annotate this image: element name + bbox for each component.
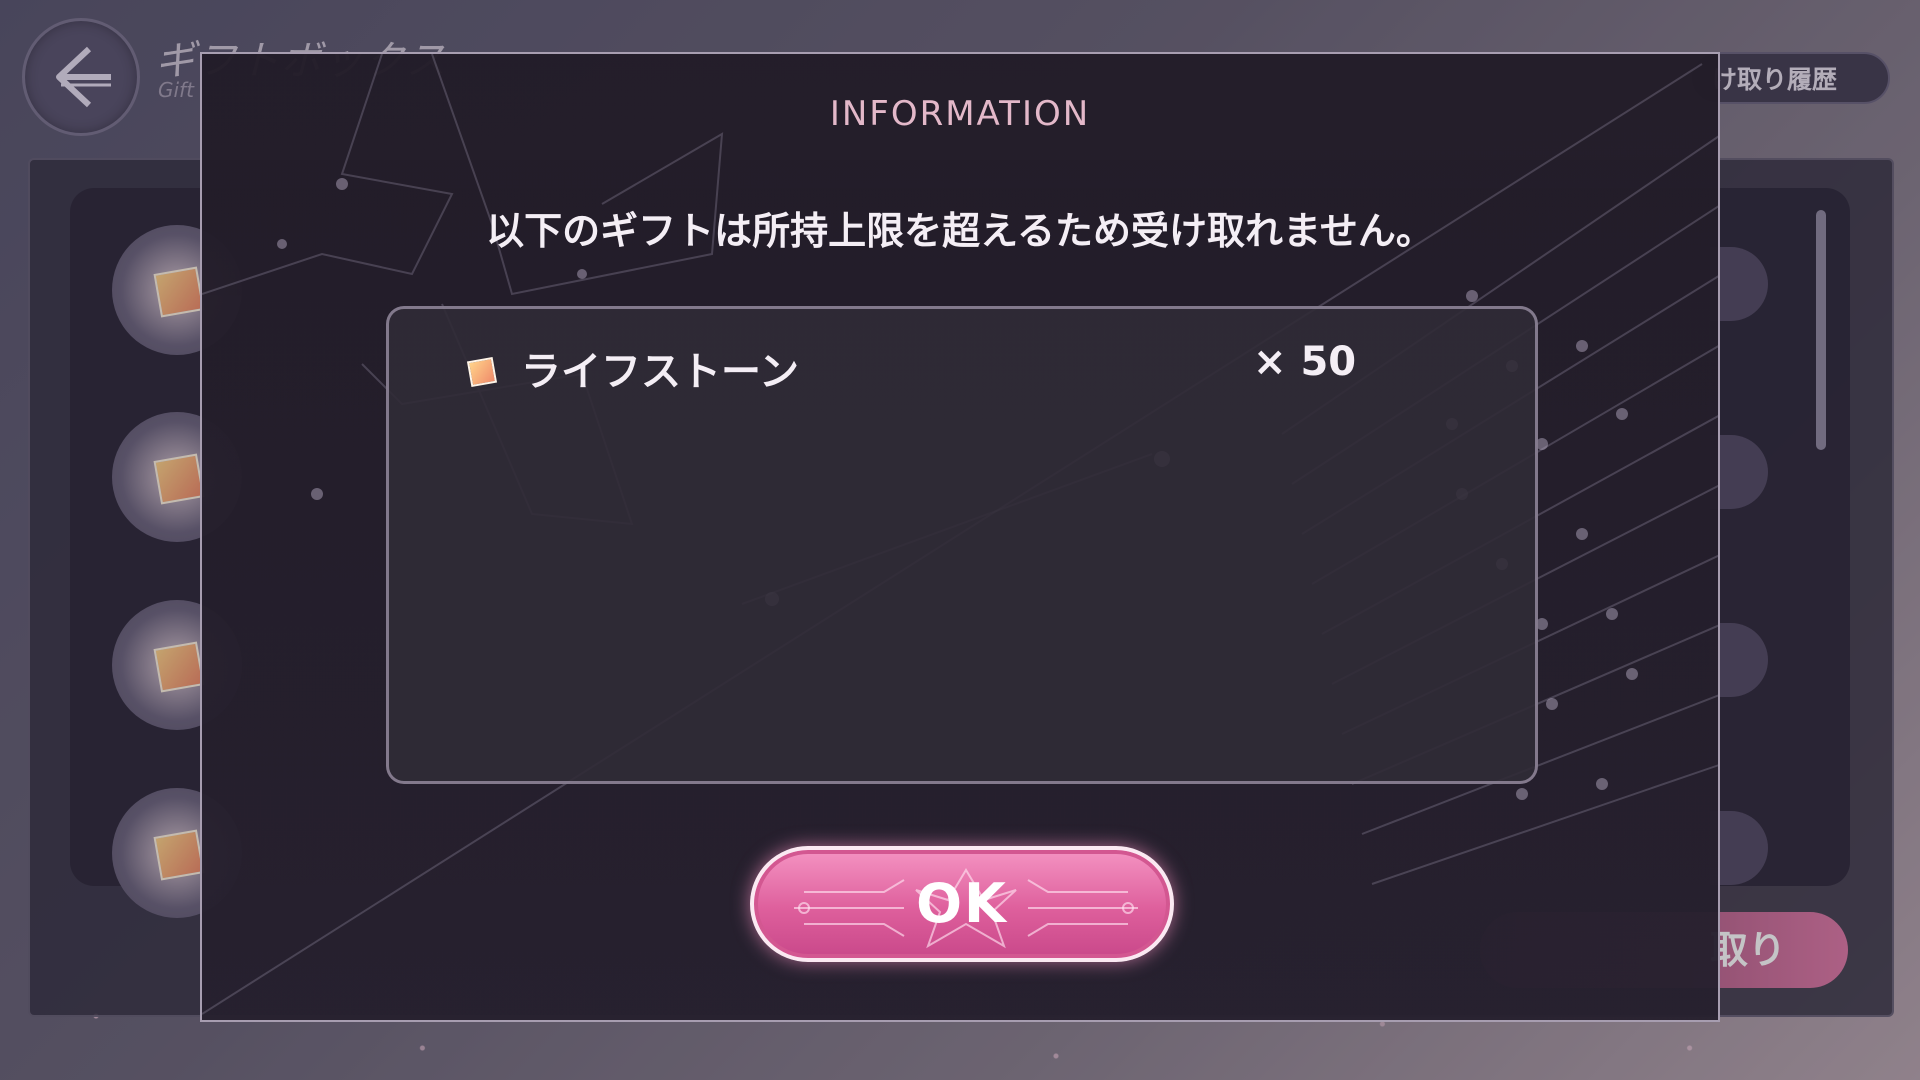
item-name: ライフストーン bbox=[521, 349, 799, 395]
dialog-title: INFORMATION bbox=[829, 94, 1091, 134]
item-quantity: × 50 bbox=[1253, 339, 1357, 385]
dialog-message: 以下のギフトは所持上限を超えるため受け取れません。 bbox=[486, 209, 1434, 253]
ok-button-label: OK bbox=[916, 872, 1008, 935]
unreceivable-item-list: ライフストーン × 50 bbox=[386, 306, 1538, 784]
ok-button[interactable]: OK bbox=[750, 846, 1174, 962]
lifestone-icon bbox=[466, 356, 498, 388]
information-dialog: INFORMATION 以下のギフトは所持上限を超えるため受け取れません。 ライ… bbox=[200, 52, 1720, 1022]
